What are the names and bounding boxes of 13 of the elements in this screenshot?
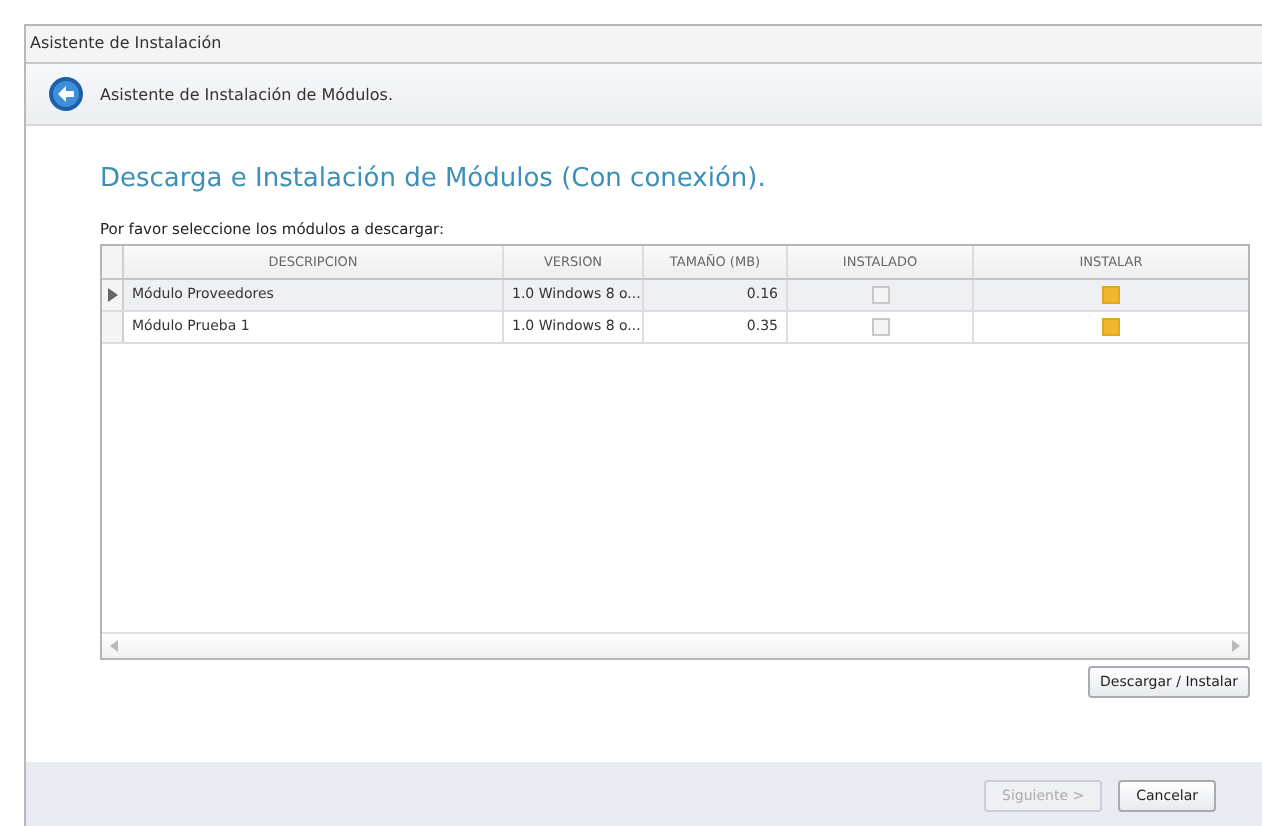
- install-checkbox[interactable]: [1102, 286, 1120, 304]
- horizontal-scrollbar[interactable]: [102, 632, 1248, 658]
- back-button[interactable]: [48, 76, 84, 112]
- installed-checkbox[interactable]: [871, 318, 889, 336]
- installed-checkbox[interactable]: [871, 286, 889, 304]
- install-checkbox[interactable]: [1102, 318, 1120, 336]
- page-heading: Descarga e Instalación de Módulos (Con conexión).: [100, 164, 768, 194]
- header-title: Asistente de Instalación de Módulos.: [100, 85, 394, 103]
- scroll-left-icon[interactable]: [110, 640, 118, 652]
- current-row-icon: [107, 288, 117, 302]
- scroll-right-icon[interactable]: [1232, 640, 1240, 652]
- window-title: Asistente de Instalación: [26, 26, 1262, 64]
- back-arrow-icon: [48, 76, 84, 112]
